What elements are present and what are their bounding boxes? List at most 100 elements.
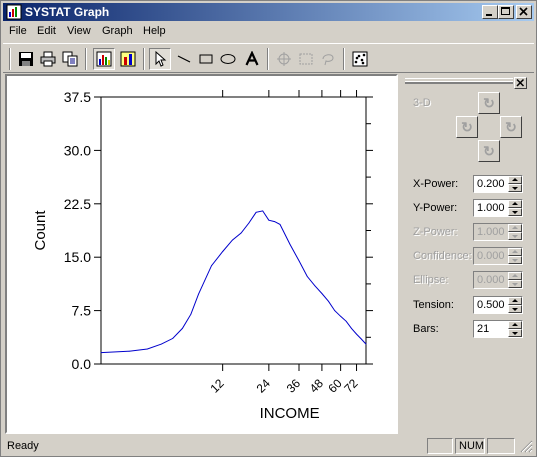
copy-button[interactable] [59, 48, 81, 70]
scatter-button[interactable] [349, 48, 371, 70]
ellipse-up-arrow [508, 272, 522, 280]
data-point [306, 276, 308, 277]
menu-file[interactable]: File [9, 25, 27, 37]
print-button[interactable] [37, 48, 59, 70]
x-tick-label: 72 [341, 376, 361, 396]
y-tick-label: 15.0 [64, 249, 91, 265]
y-power-value[interactable]: 1.000 [477, 202, 505, 214]
data-point [340, 315, 341, 317]
panel-close-button[interactable] [514, 77, 527, 89]
confidence-up-arrow [508, 248, 522, 256]
tension-up-arrow[interactable] [508, 297, 522, 305]
x-power-spinner[interactable]: 0.200 [473, 175, 523, 193]
text-tool[interactable] [241, 48, 263, 70]
confidence-label: Confidence: [413, 250, 472, 262]
crosshair-icon [277, 52, 291, 66]
rotate-up-button[interactable]: ↻ [478, 92, 500, 114]
z-power-label: Z-Power: [413, 226, 458, 238]
tension-spinner[interactable]: 0.500 [473, 296, 523, 314]
bars-up-arrow[interactable] [508, 321, 522, 329]
rotate-down-button[interactable]: ↻ [478, 140, 500, 162]
line-tool[interactable] [173, 48, 195, 70]
minimize-button[interactable] [482, 5, 498, 19]
y-power-down-arrow[interactable] [508, 208, 522, 216]
data-point [351, 328, 352, 329]
chart-data-button[interactable] [117, 48, 139, 70]
status-bar: Ready NUM [3, 437, 534, 455]
data-point [190, 313, 192, 315]
rotate-left-button[interactable]: ↻ [456, 116, 478, 138]
minimize-icon [486, 14, 492, 16]
title-bar: SYSTAT Graph [3, 3, 534, 21]
status-num: NUM [455, 438, 485, 454]
x-power-label: X-Power: [413, 178, 459, 190]
confidence-value: 0.000 [477, 250, 505, 262]
bars-value[interactable]: 21 [477, 323, 489, 335]
rotate-right-button[interactable]: ↻ [500, 116, 522, 138]
close-button[interactable] [516, 5, 532, 19]
lasso-tool[interactable] [317, 48, 339, 70]
rotate-left-icon: ↻ [461, 118, 473, 135]
close-icon [516, 78, 525, 87]
data-point [279, 224, 281, 225]
chart-button[interactable] [93, 48, 115, 70]
crosshair-tool[interactable] [273, 48, 295, 70]
window-title: SYSTAT Graph [25, 5, 110, 19]
tension-down-arrow[interactable] [508, 305, 522, 313]
ellipse-tool[interactable] [217, 48, 239, 70]
data-point [289, 244, 291, 245]
menu-help[interactable]: Help [143, 25, 166, 37]
status-pane-caps [427, 438, 453, 454]
data-point [328, 300, 329, 302]
menu-edit[interactable]: Edit [37, 25, 56, 37]
x-power-down-arrow[interactable] [508, 184, 522, 192]
data-point [268, 219, 270, 221]
data-point [100, 352, 102, 353]
y-power-label: Y-Power: [413, 202, 458, 214]
text-tool-icon [245, 51, 259, 66]
x-power-value[interactable]: 0.200 [477, 178, 505, 190]
maximize-button[interactable] [498, 5, 514, 19]
tension-value[interactable]: 0.500 [477, 299, 505, 311]
y-tick-label: 7.5 [72, 303, 92, 319]
rotate-label: 3-D [413, 97, 431, 109]
data-point [211, 265, 212, 267]
x-tick-label: 36 [284, 376, 304, 396]
save-button[interactable] [15, 48, 37, 70]
rotate-up-icon: ↻ [483, 94, 495, 111]
x-tick-label: 48 [307, 376, 327, 396]
panel-grip[interactable] [405, 78, 513, 84]
bars-down-arrow[interactable] [508, 329, 522, 337]
rectangle-tool-icon [199, 54, 213, 64]
x-power-up-arrow[interactable] [508, 176, 522, 184]
menu-graph[interactable]: Graph [102, 25, 133, 37]
y-axis-label: Count [32, 210, 49, 251]
print-icon [40, 51, 56, 67]
data-point [314, 285, 316, 287]
data-point [334, 310, 336, 311]
save-icon [19, 52, 33, 66]
maximize-icon [501, 7, 510, 15]
rotate-right-icon: ↻ [505, 118, 517, 135]
select-tool[interactable] [149, 48, 171, 70]
toolbar-separator [343, 48, 345, 70]
x-tick-label: 12 [207, 376, 227, 396]
marquee-tool[interactable] [295, 48, 317, 70]
bars-spinner[interactable]: 21 [473, 320, 523, 338]
y-tick-label: 22.5 [64, 196, 91, 212]
confidence-spinner: 0.000 [473, 247, 523, 265]
data-point [232, 239, 233, 241]
rectangle-tool[interactable] [195, 48, 217, 70]
ellipse-tool-icon [220, 54, 236, 64]
tension-label: Tension: [413, 299, 454, 311]
y-power-spinner[interactable]: 1.000 [473, 199, 523, 217]
systat-app-icon[interactable] [6, 4, 22, 20]
data-point [198, 293, 199, 295]
y-power-up-arrow[interactable] [508, 200, 522, 208]
menu-view[interactable]: View [67, 25, 91, 37]
resize-grip-icon[interactable] [520, 440, 533, 453]
data-point [361, 338, 362, 340]
graph-canvas[interactable]: Count INCOME 0.0 7.5 15.0 22.5 30.0 37.5 12 24 3… [5, 74, 398, 434]
data-point [240, 232, 242, 234]
data-point [128, 350, 130, 352]
